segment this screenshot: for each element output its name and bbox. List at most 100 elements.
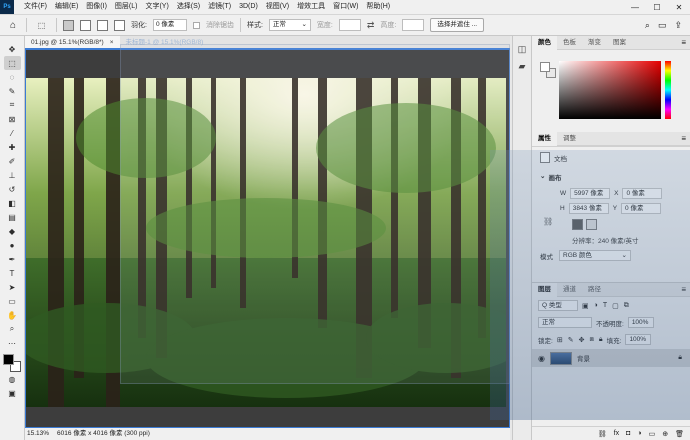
smart-object-filter-icon[interactable]: ⧉: [624, 302, 629, 310]
menu-select[interactable]: 选择(S): [173, 0, 204, 14]
comments-panel-icon[interactable]: ▰: [519, 61, 526, 72]
image-filter-icon[interactable]: ▣: [582, 302, 589, 310]
canvas-section[interactable]: ⌄ 画布: [532, 168, 690, 186]
history-panel-icon[interactable]: ◫: [518, 44, 527, 55]
canvas-y-field[interactable]: 0 像素: [621, 203, 662, 214]
minimize-button[interactable]: —: [624, 0, 646, 14]
canvas-height-field[interactable]: 3843 像素: [568, 203, 609, 214]
restore-button[interactable]: ☐: [646, 0, 668, 14]
document-tab[interactable]: 01.jpg @ 15.1%(RGB/8*) ×: [25, 36, 120, 48]
type-tool-icon[interactable]: T: [4, 266, 21, 280]
lock-pixels-icon[interactable]: ✎: [568, 336, 574, 344]
move-tool-icon[interactable]: ✥: [4, 42, 21, 56]
menu-plugins[interactable]: 增效工具: [293, 0, 329, 14]
screen-mode-icon[interactable]: ▣: [4, 386, 21, 400]
close-icon[interactable]: ×: [110, 36, 114, 48]
height-input[interactable]: [402, 19, 425, 31]
dodge-tool-icon[interactable]: ●: [4, 238, 21, 252]
share-icon[interactable]: ⇪: [674, 20, 682, 31]
lasso-tool-icon[interactable]: ◌: [4, 70, 21, 84]
menu-layer[interactable]: 图层(L): [111, 0, 142, 14]
layer-kind-filter[interactable]: Q 类型: [538, 300, 578, 311]
new-group-icon[interactable]: ▭: [649, 430, 656, 438]
tab-layers[interactable]: 图层: [532, 282, 557, 297]
pen-tool-icon[interactable]: ✒: [4, 252, 21, 266]
foreground-color-swatch[interactable]: [3, 354, 14, 365]
marquee-preset-icon[interactable]: ⬚: [33, 18, 50, 32]
lock-all-icon[interactable]: 🔒︎: [599, 336, 603, 344]
new-layer-icon[interactable]: ⊕: [662, 430, 668, 438]
eraser-tool-icon[interactable]: ◧: [4, 196, 21, 210]
shape-filter-icon[interactable]: ▢: [612, 302, 619, 310]
path-select-tool-icon[interactable]: ➤: [4, 280, 21, 294]
adjustment-layer-icon[interactable]: ◑: [637, 430, 641, 437]
link-icon[interactable]: ⛓: [543, 217, 553, 226]
tab-color[interactable]: 颜色: [532, 35, 557, 50]
crop-tool-icon[interactable]: ⌗: [4, 98, 21, 112]
quick-mask-icon[interactable]: ◍: [4, 372, 21, 386]
panel-menu-icon[interactable]: ≡: [681, 38, 690, 47]
width-input[interactable]: [338, 19, 361, 31]
opacity-field[interactable]: 100%: [627, 317, 654, 328]
blend-mode-select[interactable]: 正常: [538, 317, 592, 328]
swap-icon[interactable]: ⇄: [367, 20, 375, 31]
hand-tool-icon[interactable]: ✋: [4, 308, 21, 322]
menu-file[interactable]: 文件(F): [20, 0, 51, 14]
fill-field[interactable]: 100%: [625, 334, 652, 345]
tab-patterns[interactable]: 图案: [607, 36, 632, 50]
menu-filter[interactable]: 滤镜(T): [204, 0, 235, 14]
tab-paths[interactable]: 路径: [582, 283, 607, 297]
eye-icon[interactable]: ◉: [538, 354, 545, 363]
blur-tool-icon[interactable]: ◆: [4, 224, 21, 238]
menu-window[interactable]: 窗口(W): [329, 0, 362, 14]
tab-properties[interactable]: 属性: [532, 131, 557, 146]
panel-menu-icon[interactable]: ≡: [681, 134, 690, 143]
fx-icon[interactable]: fx: [614, 430, 619, 437]
color-swatches[interactable]: [3, 354, 21, 372]
gradient-tool-icon[interactable]: ▤: [4, 210, 21, 224]
brush-tool-icon[interactable]: ✐: [4, 154, 21, 168]
menu-view[interactable]: 视图(V): [262, 0, 293, 14]
lock-artboard-icon[interactable]: ⧈: [589, 336, 593, 344]
antialias-checkbox[interactable]: [192, 21, 200, 29]
layer-row[interactable]: ◉ 背景 🔒︎: [532, 349, 690, 367]
workspace-icon[interactable]: ▭: [658, 20, 667, 31]
subtract-selection-icon[interactable]: [97, 19, 108, 31]
menu-3d[interactable]: 3D(D): [235, 0, 262, 14]
menu-edit[interactable]: 编辑(E): [51, 0, 82, 14]
canvas[interactable]: [25, 49, 510, 428]
delete-layer-icon[interactable]: 🗑︎: [675, 430, 684, 438]
menu-type[interactable]: 文字(Y): [141, 0, 172, 14]
healing-brush-tool-icon[interactable]: ✚: [4, 140, 21, 154]
foreground-color-chip[interactable]: [540, 62, 550, 72]
portrait-icon[interactable]: [572, 219, 583, 230]
select-and-mask-button[interactable]: 选择并遮住 ...: [430, 18, 485, 32]
adjustment-filter-icon[interactable]: ◑: [594, 302, 598, 310]
tab-channels[interactable]: 通道: [557, 283, 582, 297]
add-selection-icon[interactable]: [80, 19, 91, 31]
color-picker-field[interactable]: [559, 61, 661, 119]
panel-menu-icon[interactable]: ≡: [681, 285, 690, 294]
tab-gradients[interactable]: 渐变: [582, 36, 607, 50]
rectangle-tool-icon[interactable]: ▭: [4, 294, 21, 308]
menu-help[interactable]: 帮助(H): [362, 0, 394, 14]
eyedropper-tool-icon[interactable]: ⁄: [4, 126, 21, 140]
search-icon[interactable]: ⌕: [645, 20, 650, 31]
canvas-x-field[interactable]: 0 像素: [622, 188, 663, 199]
lock-position-icon[interactable]: ✥: [579, 336, 585, 344]
link-layers-icon[interactable]: ⛓: [598, 430, 607, 438]
new-selection-icon[interactable]: [63, 19, 74, 31]
zoom-level[interactable]: 15.13%: [27, 428, 49, 440]
frame-tool-icon[interactable]: ⊠: [4, 112, 21, 126]
tab-swatches[interactable]: 色板: [557, 36, 582, 50]
rect-marquee-tool-icon[interactable]: ⬚: [3, 56, 21, 70]
history-brush-tool-icon[interactable]: ↺: [4, 182, 21, 196]
lock-transparent-icon[interactable]: ⊞: [557, 336, 563, 344]
close-button[interactable]: ✕: [668, 0, 690, 14]
menu-image[interactable]: 图像(I): [82, 0, 111, 14]
intersect-selection-icon[interactable]: [114, 19, 125, 31]
canvas-width-field[interactable]: 5997 像素: [570, 188, 611, 199]
quick-select-tool-icon[interactable]: ✎: [4, 84, 21, 98]
lock-icon[interactable]: 🔒︎: [678, 354, 690, 362]
hue-slider[interactable]: [665, 61, 671, 119]
